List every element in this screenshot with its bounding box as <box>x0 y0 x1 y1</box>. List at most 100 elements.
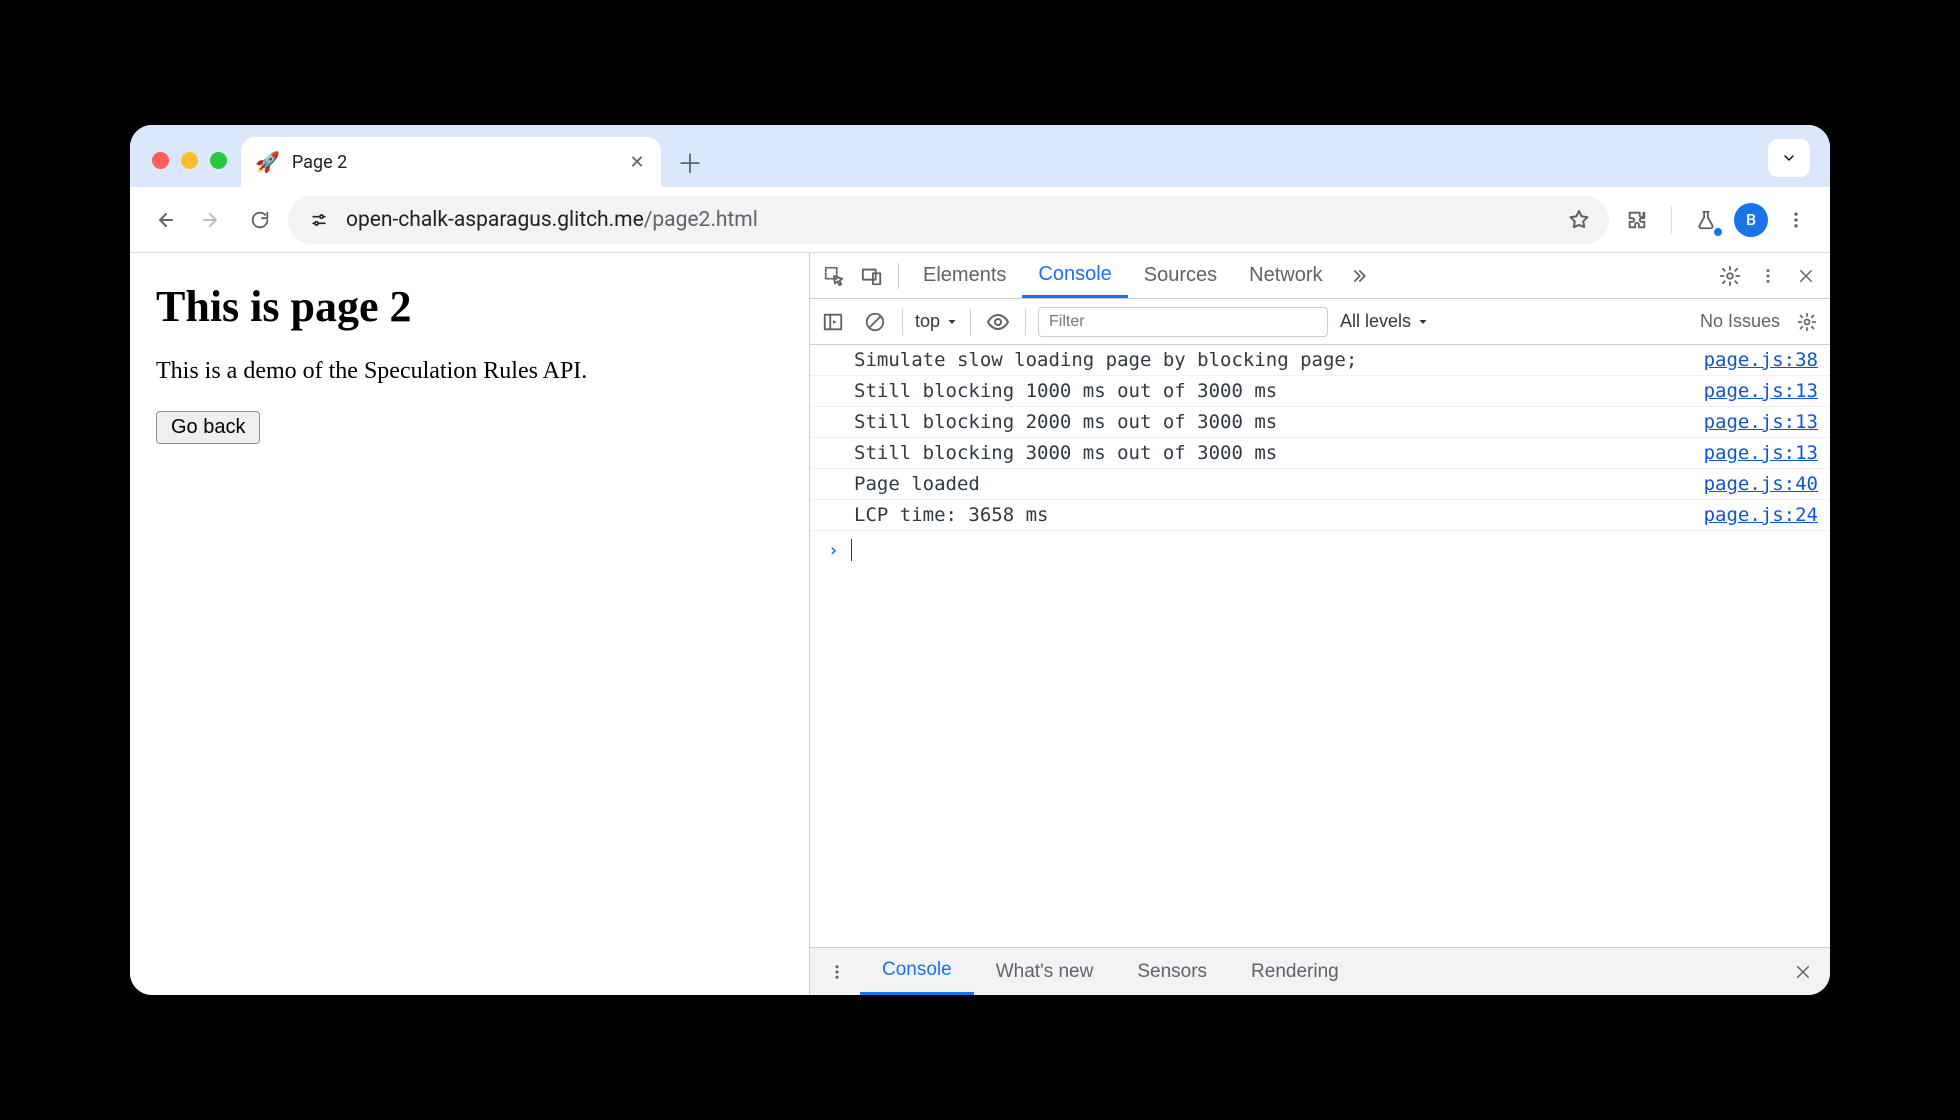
issues-count[interactable]: No Issues <box>1700 311 1780 332</box>
arrow-right-icon <box>200 208 224 232</box>
chevron-down-icon <box>1781 150 1797 166</box>
log-source-link[interactable]: page.js:13 <box>1692 380 1818 402</box>
browser-tab[interactable]: 🚀 Page 2 ✕ <box>241 137 661 187</box>
execution-context-selector[interactable]: top <box>915 311 958 332</box>
extensions-button[interactable] <box>1617 200 1657 240</box>
flask-icon <box>1695 209 1717 231</box>
triangle-down-icon <box>946 316 958 328</box>
log-source-link[interactable]: page.js:24 <box>1692 504 1818 526</box>
url-path: /page2.html <box>644 208 758 232</box>
devtools-tab-network[interactable]: Network <box>1233 253 1338 298</box>
nav-forward-button[interactable] <box>192 200 232 240</box>
more-panels-button[interactable] <box>1341 258 1377 294</box>
log-message: Still blocking 3000 ms out of 3000 ms <box>854 442 1692 464</box>
devtools-close-button[interactable] <box>1788 258 1824 294</box>
console-filter-input[interactable] <box>1038 307 1328 337</box>
kebab-icon <box>1786 210 1806 230</box>
levels-label: All levels <box>1340 311 1411 332</box>
drawer-tab-rendering[interactable]: Rendering <box>1229 948 1361 995</box>
address-bar[interactable]: open-chalk-asparagus.glitch.me/page2.htm… <box>288 196 1609 244</box>
tabs-dropdown-button[interactable] <box>1768 139 1810 177</box>
inspect-icon <box>823 265 845 287</box>
nav-back-button[interactable] <box>144 200 184 240</box>
separator <box>970 309 971 335</box>
gear-icon <box>1797 312 1817 332</box>
close-icon <box>1797 267 1815 285</box>
devtools-menu-button[interactable] <box>1750 258 1786 294</box>
content-area: This is page 2 This is a demo of the Spe… <box>130 253 1830 995</box>
log-message: LCP time: 3658 ms <box>854 504 1692 526</box>
devices-icon <box>861 265 883 287</box>
window-controls <box>142 152 241 187</box>
devtools-settings-button[interactable] <box>1712 258 1748 294</box>
cancel-icon <box>864 311 886 333</box>
browser-toolbar: open-chalk-asparagus.glitch.me/page2.htm… <box>130 187 1830 253</box>
triangle-down-icon <box>1417 316 1429 328</box>
url-host: open-chalk-asparagus.glitch.me <box>346 208 644 232</box>
window-minimize-button[interactable] <box>181 152 198 169</box>
go-back-button[interactable]: Go back <box>156 411 260 444</box>
console-log-row: Simulate slow loading page by blocking p… <box>810 345 1830 376</box>
page-paragraph: This is a demo of the Speculation Rules … <box>156 358 783 385</box>
new-tab-button[interactable]: ＋ <box>671 143 709 181</box>
console-log-list: Simulate slow loading page by blocking p… <box>810 345 1830 947</box>
nav-reload-button[interactable] <box>240 200 280 240</box>
close-icon <box>1794 963 1812 981</box>
console-prompt[interactable]: › <box>810 531 1830 565</box>
kebab-icon <box>1759 267 1777 285</box>
bookmark-button[interactable] <box>1567 208 1591 232</box>
browser-menu-button[interactable] <box>1776 200 1816 240</box>
devtools-drawer: ConsoleWhat's newSensorsRendering <box>810 947 1830 995</box>
log-source-link[interactable]: page.js:13 <box>1692 411 1818 433</box>
tab-strip: 🚀 Page 2 ✕ ＋ <box>130 125 1830 187</box>
console-settings-button[interactable] <box>1792 307 1822 337</box>
sidebar-icon <box>822 311 844 333</box>
puzzle-icon <box>1626 209 1648 231</box>
page-viewport: This is page 2 This is a demo of the Spe… <box>130 253 810 995</box>
browser-window: 🚀 Page 2 ✕ ＋ open-chalk-asparagus.glitch… <box>130 125 1830 995</box>
device-toolbar-button[interactable] <box>854 258 890 294</box>
tab-close-button[interactable]: ✕ <box>627 152 647 173</box>
log-source-link[interactable]: page.js:40 <box>1692 473 1818 495</box>
devtools-tab-sources[interactable]: Sources <box>1128 253 1233 298</box>
window-close-button[interactable] <box>152 152 169 169</box>
prompt-cursor <box>851 539 852 561</box>
devtools-tab-elements[interactable]: Elements <box>907 253 1022 298</box>
context-label: top <box>915 311 940 332</box>
profile-avatar[interactable]: B <box>1734 203 1768 237</box>
site-settings-icon[interactable] <box>306 207 332 233</box>
drawer-tab-console[interactable]: Console <box>860 948 974 995</box>
log-message: Page loaded <box>854 473 1692 495</box>
drawer-tab-sensors[interactable]: Sensors <box>1115 948 1229 995</box>
clear-console-button[interactable] <box>860 307 890 337</box>
page-heading: This is page 2 <box>156 281 783 332</box>
log-message: Still blocking 2000 ms out of 3000 ms <box>854 411 1692 433</box>
kebab-icon <box>828 963 846 981</box>
log-message: Still blocking 1000 ms out of 3000 ms <box>854 380 1692 402</box>
eye-icon <box>986 310 1010 334</box>
log-message: Simulate slow loading page by blocking p… <box>854 349 1692 371</box>
arrow-left-icon <box>152 208 176 232</box>
inspect-element-button[interactable] <box>816 258 852 294</box>
devtools-tab-console[interactable]: Console <box>1022 253 1127 298</box>
log-levels-selector[interactable]: All levels <box>1340 311 1429 332</box>
separator <box>898 263 899 289</box>
prompt-chevron-icon: › <box>828 540 839 561</box>
console-sidebar-toggle[interactable] <box>818 307 848 337</box>
star-icon <box>1567 208 1591 232</box>
drawer-close-button[interactable] <box>1786 963 1820 981</box>
drawer-tab-what-s-new[interactable]: What's new <box>974 948 1116 995</box>
labs-badge-icon <box>1714 228 1722 236</box>
reload-icon <box>249 209 271 231</box>
window-maximize-button[interactable] <box>210 152 227 169</box>
separator <box>902 309 903 335</box>
chevrons-right-icon <box>1349 266 1369 286</box>
log-source-link[interactable]: page.js:13 <box>1692 442 1818 464</box>
console-log-row: LCP time: 3658 mspage.js:24 <box>810 500 1830 531</box>
labs-button[interactable] <box>1686 200 1726 240</box>
live-expression-button[interactable] <box>983 307 1013 337</box>
log-source-link[interactable]: page.js:38 <box>1692 349 1818 371</box>
devtools-tabbar: ElementsConsoleSourcesNetwork <box>810 253 1830 299</box>
drawer-menu-button[interactable] <box>820 963 854 981</box>
console-log-row: Page loadedpage.js:40 <box>810 469 1830 500</box>
